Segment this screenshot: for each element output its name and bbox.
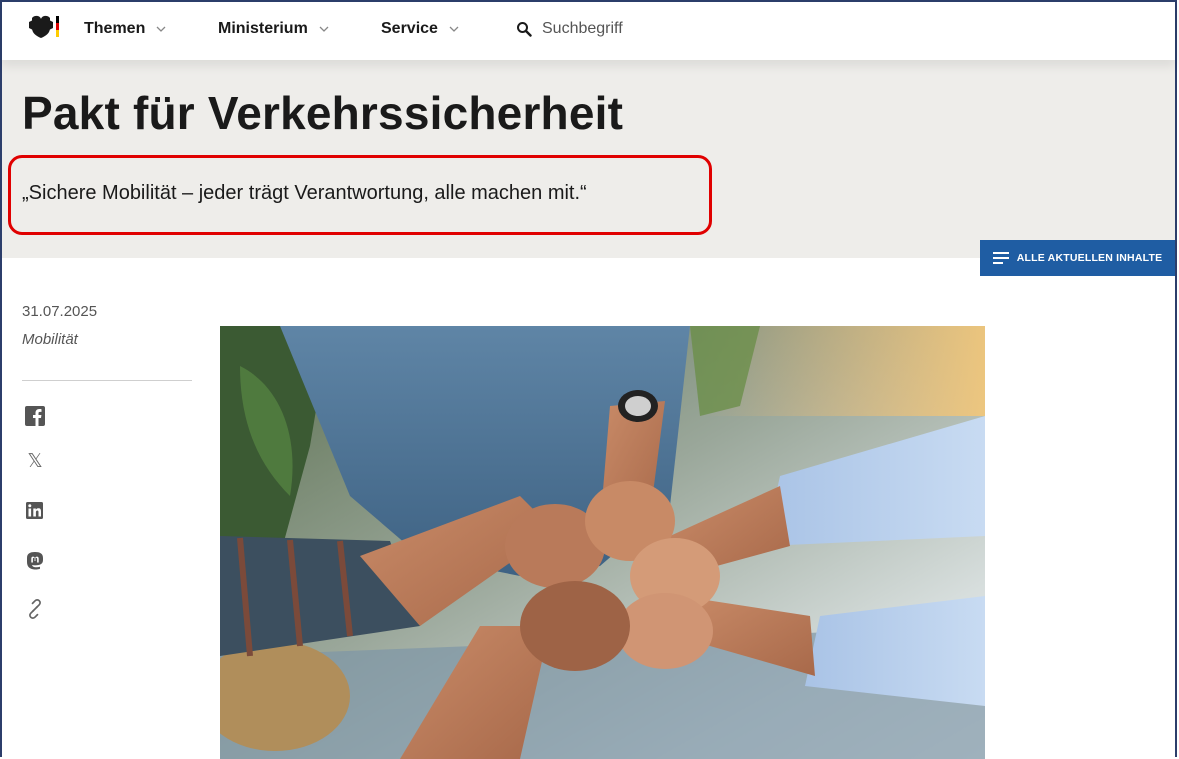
search-placeholder: Suchbegriff (542, 20, 623, 37)
mastodon-icon[interactable] (24, 550, 46, 572)
chevron-down-icon (449, 26, 459, 32)
all-current-content-label: ALLE AKTUELLEN INHALTE (1016, 252, 1163, 264)
article-category[interactable]: Mobilität (22, 331, 78, 348)
chevron-down-icon (156, 26, 166, 32)
nav-ministerium[interactable]: Ministerium (218, 20, 330, 38)
linkedin-icon[interactable] (24, 500, 46, 522)
nav-ministerium-label: Ministerium (218, 20, 308, 37)
page-subtitle-quote: „Sichere Mobilität – jeder trägt Verantw… (22, 182, 587, 204)
search-icon (517, 22, 532, 37)
list-icon (992, 252, 1009, 264)
nav-service-label: Service (381, 20, 438, 37)
x-twitter-icon[interactable]: 𝕏 (24, 451, 46, 473)
sidebar-divider (22, 380, 192, 381)
article-date: 31.07.2025 (22, 303, 98, 320)
nav-service[interactable]: Service (381, 20, 460, 38)
facebook-icon[interactable] (24, 405, 46, 427)
teamwork-fist-bump-photo (220, 326, 985, 759)
all-current-content-button[interactable]: ALLE AKTUELLEN INHALTE (980, 240, 1175, 276)
page-title: Pakt für Verkehrssicherheit (22, 87, 624, 139)
federal-eagle-logo-icon[interactable] (26, 14, 60, 42)
copy-link-icon[interactable] (24, 598, 46, 620)
nav-themen-label: Themen (84, 20, 146, 37)
chevron-down-icon (319, 26, 329, 32)
top-navigation: Themen Ministerium Service Suchbegriff (2, 2, 1175, 60)
nav-themen[interactable]: Themen (84, 20, 167, 38)
search-field[interactable]: Suchbegriff (516, 20, 623, 38)
